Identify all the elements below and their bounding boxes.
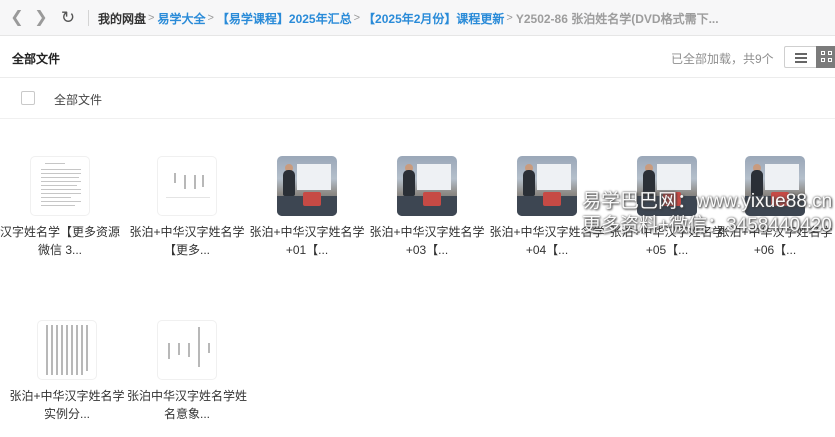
file-name: 汉字姓名学【更多资源 微信 3... <box>0 225 121 257</box>
nav-divider <box>88 10 89 26</box>
forward-arrow-icon[interactable]: ❯ <box>31 8 51 28</box>
grid-view-icon-cell <box>828 58 832 62</box>
select-all-checkbox[interactable] <box>21 91 35 105</box>
chevron-right-icon: > <box>148 12 155 24</box>
select-all-label: 全部文件 <box>54 93 103 107</box>
video-thumbnail <box>277 156 337 216</box>
list-view-icon-line <box>795 61 807 63</box>
file-item[interactable]: 张泊+中华汉字姓名学+05【... <box>607 120 727 260</box>
file-item[interactable]: 张泊中华汉字姓名学姓名意象... <box>127 284 247 424</box>
grid-view-icon <box>821 51 825 55</box>
file-item[interactable]: 张泊+中华汉字姓名学实例分... <box>7 284 127 424</box>
file-grid: 汉字姓名学【更多资源 微信 3... 张泊+中华汉字姓名学【更多... 张泊+中… <box>0 120 835 437</box>
file-name: 张泊+中华汉字姓名学+04【... <box>489 225 605 257</box>
grid-view-button[interactable] <box>816 46 835 68</box>
file-name: 张泊+中华汉字姓名学+01【... <box>249 225 365 257</box>
refresh-icon[interactable]: ↻ <box>58 8 78 28</box>
file-list-header: 全部文件 已全部加载，共9个 <box>0 37 835 78</box>
chevron-right-icon: > <box>353 12 361 24</box>
file-name: 张泊中华汉字姓名学姓名意象... <box>127 389 248 421</box>
list-view-icon <box>795 53 807 55</box>
breadcrumb-item[interactable]: 【2025年2月份】课程更新 <box>363 10 504 27</box>
navigation-bar: ❮ ❯ ↻ 我的网盘 > 易学大全 > 【易学课程】2025年汇总 > 【202… <box>0 0 835 36</box>
chevron-right-icon: > <box>207 12 214 24</box>
file-name: 张泊+中华汉字姓名学+06【... <box>717 225 833 257</box>
file-name: 张泊+中华汉字姓名学实例分... <box>9 389 125 421</box>
file-item[interactable]: 汉字姓名学【更多资源 微信 3... <box>0 120 120 260</box>
document-thumbnail <box>37 320 97 380</box>
breadcrumb-item[interactable]: 【易学课程】2025年汇总 <box>217 10 352 27</box>
file-name: 张泊+中华汉字姓名学【更多... <box>129 225 245 257</box>
breadcrumb-item[interactable]: 易学大全 <box>157 10 205 27</box>
document-thumbnail <box>157 320 217 380</box>
grid-view-icon-cell <box>828 51 832 55</box>
load-status: 已全部加载，共9个 <box>671 52 774 66</box>
breadcrumb-current: Y2502-86 张泊姓名学(DVD格式需下... <box>515 11 719 26</box>
file-name: 张泊+中华汉字姓名学+03【... <box>369 225 485 257</box>
file-item[interactable]: 张泊+中华汉字姓名学【更多... <box>127 120 247 260</box>
document-thumbnail <box>30 156 90 216</box>
video-thumbnail <box>397 156 457 216</box>
breadcrumb: 我的网盘 > 易学大全 > 【易学课程】2025年汇总 > 【2025年2月份】… <box>98 0 828 36</box>
list-view-button[interactable] <box>784 46 816 68</box>
file-item[interactable]: 张泊+中华汉字姓名学+06【... <box>715 120 835 260</box>
file-name: 张泊+中华汉字姓名学+05【... <box>609 225 725 257</box>
chevron-right-icon: > <box>506 12 513 24</box>
breadcrumb-root[interactable]: 我的网盘 <box>98 10 146 27</box>
document-thumbnail <box>157 156 217 216</box>
grid-view-icon-cell <box>821 58 825 62</box>
list-view-icon-line <box>795 57 807 59</box>
file-item[interactable]: 张泊+中华汉字姓名学+03【... <box>367 120 487 260</box>
video-thumbnail <box>637 156 697 216</box>
back-arrow-icon[interactable]: ❮ <box>7 8 27 28</box>
file-item[interactable]: 张泊+中华汉字姓名学+01【... <box>247 120 367 260</box>
page-title: 全部文件 <box>12 52 61 66</box>
video-thumbnail <box>745 156 805 216</box>
video-thumbnail <box>517 156 577 216</box>
file-item[interactable]: 张泊+中华汉字姓名学+04【... <box>487 120 607 260</box>
select-all-row: 全部文件 <box>0 79 835 119</box>
